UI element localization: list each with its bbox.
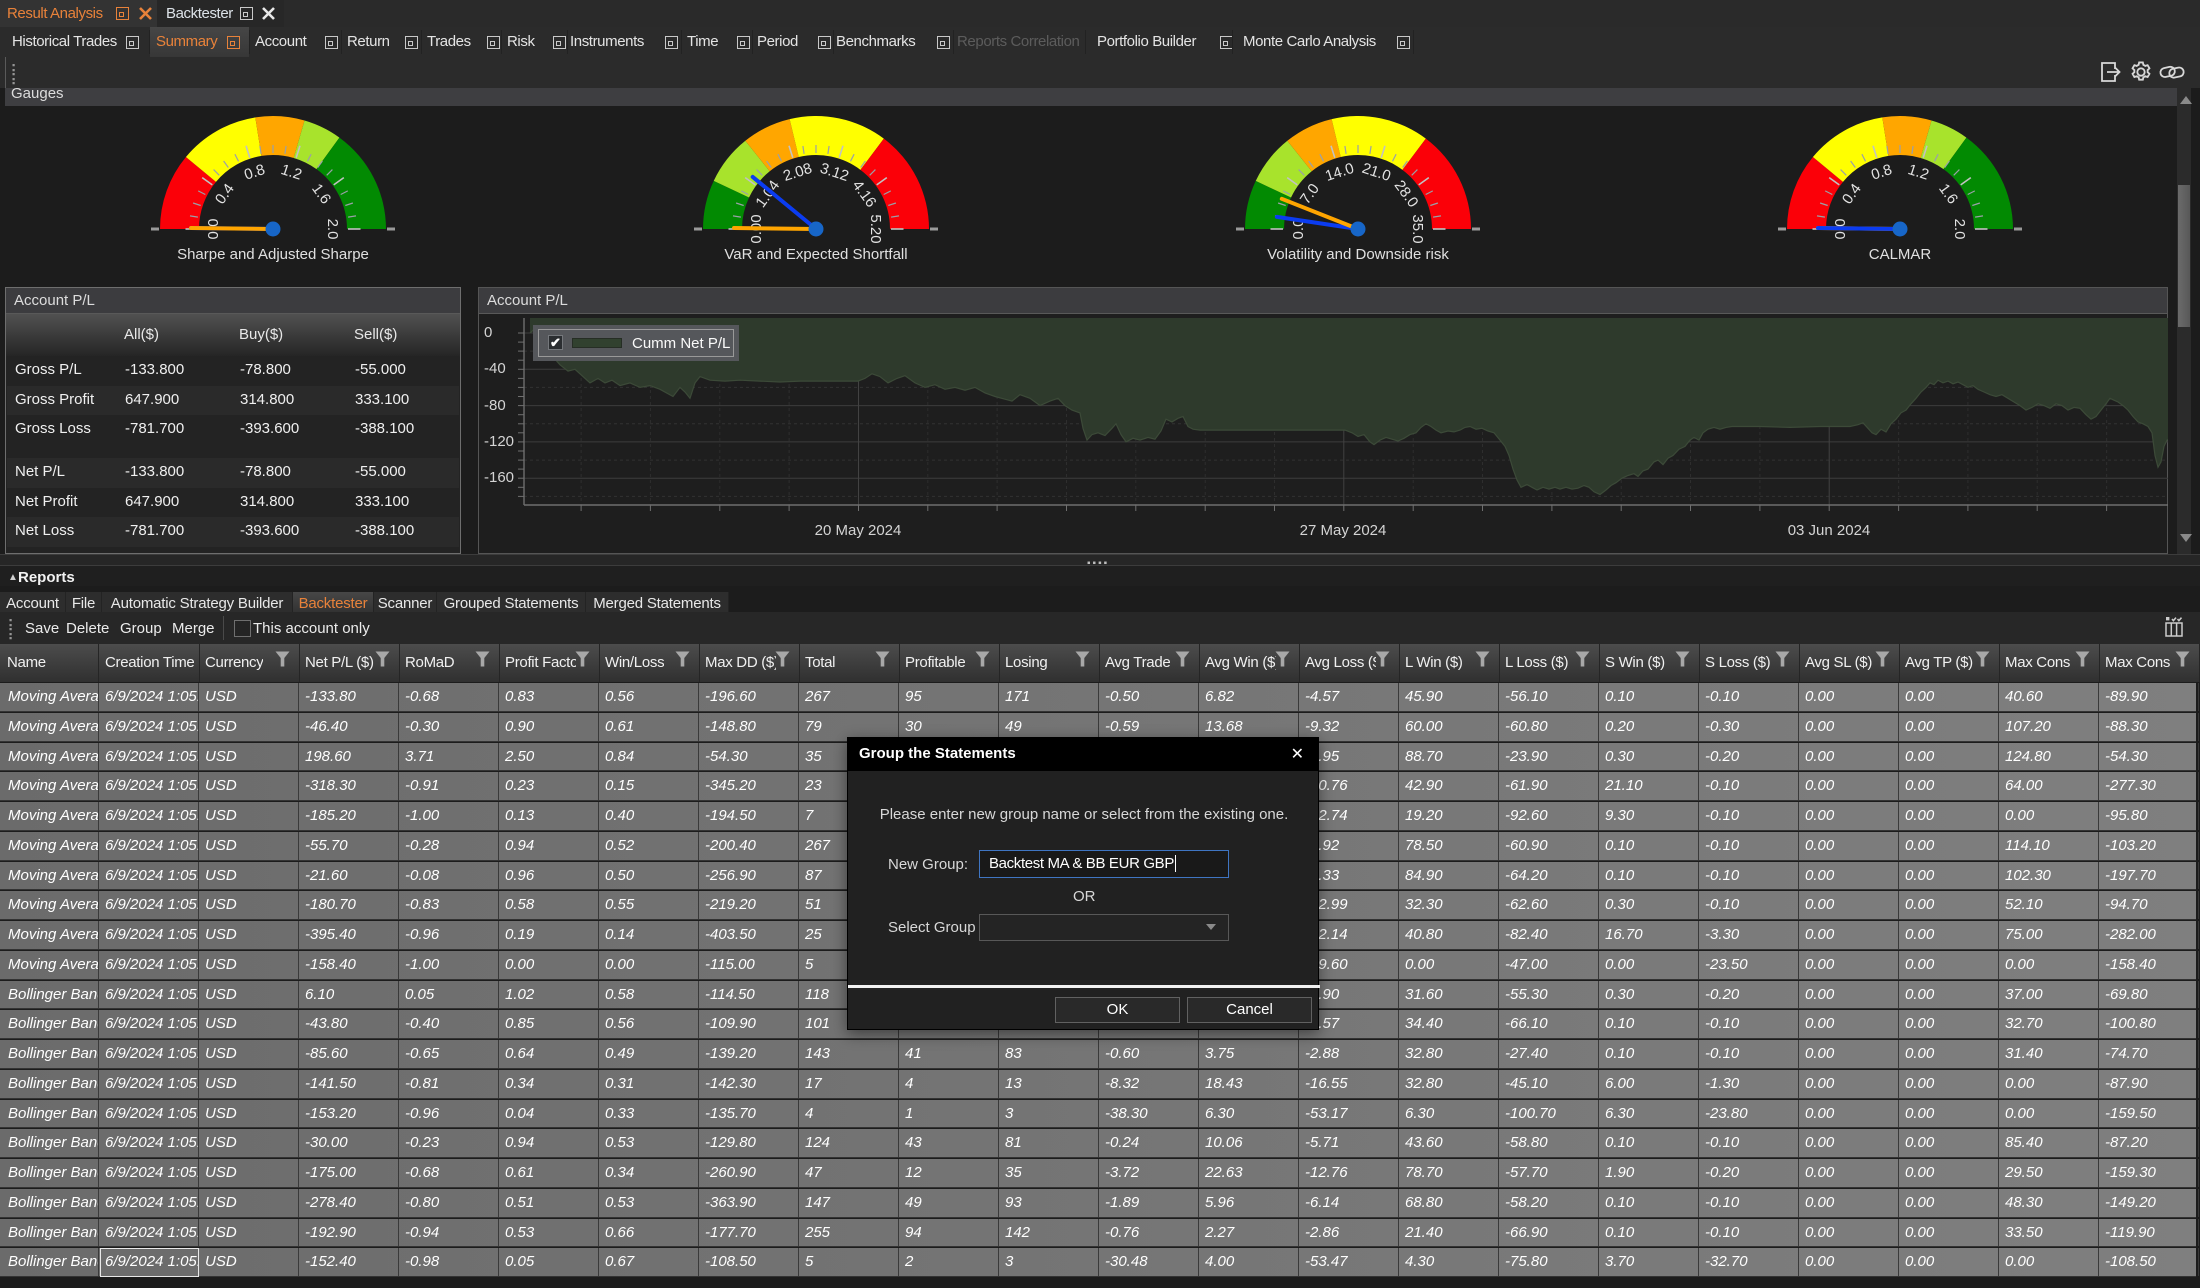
svg-text:1.2: 1.2 (1906, 161, 1931, 184)
svg-text:1.2: 1.2 (279, 161, 304, 184)
svg-text:35.0: 35.0 (1409, 214, 1426, 243)
svg-text:21.0: 21.0 (1360, 160, 1393, 185)
svg-text:2.08: 2.08 (781, 160, 814, 185)
svg-text:2.0: 2.0 (324, 219, 341, 240)
svg-text:0.8: 0.8 (1869, 161, 1894, 184)
svg-text:0.4: 0.4 (212, 181, 238, 208)
svg-text:5.20: 5.20 (867, 214, 884, 243)
svg-text:3.12: 3.12 (818, 160, 851, 185)
svg-text:14.0: 14.0 (1323, 160, 1356, 185)
svg-text:1.6: 1.6 (308, 181, 334, 208)
svg-text:0.4: 0.4 (1839, 181, 1865, 208)
svg-text:7.0: 7.0 (1297, 181, 1323, 208)
svg-text:0.8: 0.8 (242, 161, 267, 184)
svg-text:2.0: 2.0 (1951, 219, 1968, 240)
svg-text:1.6: 1.6 (1935, 181, 1961, 208)
